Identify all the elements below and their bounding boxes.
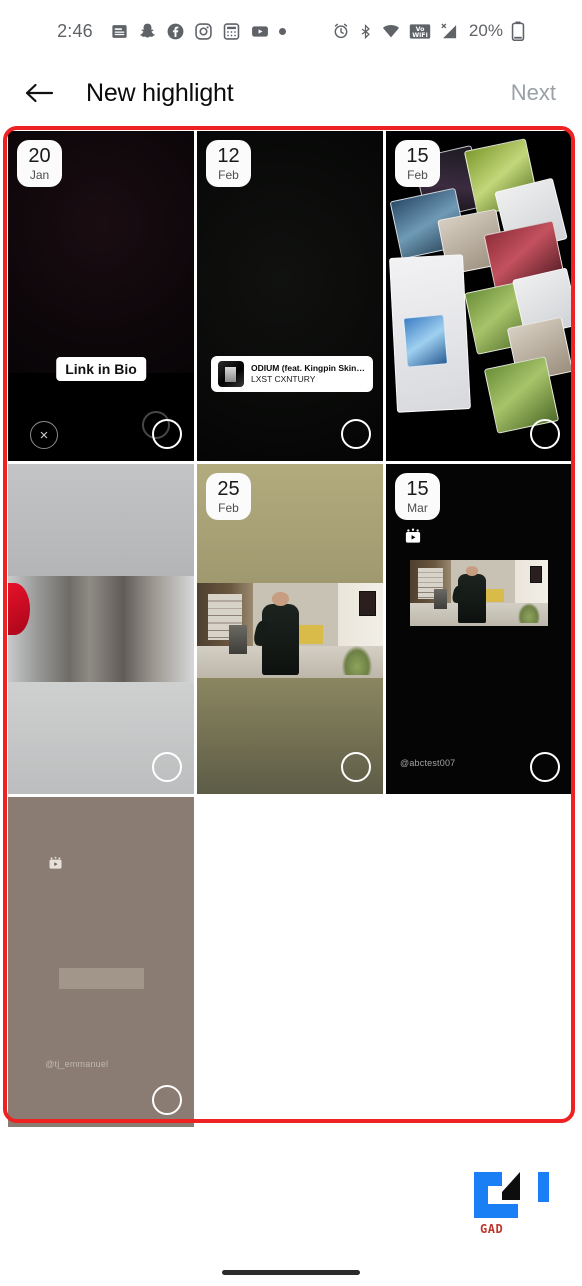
story-date-badge: 15 Mar (395, 473, 440, 520)
more-dot-icon (278, 27, 286, 35)
story-select-checkbox[interactable] (152, 1085, 182, 1115)
story-date-month: Feb (218, 501, 239, 515)
status-bar-right: Vo WiFi 20% (332, 21, 525, 41)
story-card[interactable]: 20 Jan Link in Bio × (8, 131, 194, 461)
status-bar: 2:46 Vo WiFi 20% (0, 0, 582, 62)
story-select-checkbox[interactable] (530, 752, 560, 782)
watermark-logo: GAD (466, 1166, 564, 1238)
svg-text:WiFi: WiFi (412, 32, 428, 39)
next-button[interactable]: Next (511, 80, 560, 106)
grid-empty-slot (386, 797, 572, 1127)
story-date-day: 12 (217, 145, 240, 167)
no-sim-signal-icon (439, 22, 459, 41)
music-title: ODIUM (feat. Kingpin Skinny Pimp) (251, 362, 366, 373)
remove-story-button[interactable]: × (30, 421, 58, 449)
story-date-badge: 12 Feb (206, 140, 251, 187)
story-card[interactable]: @tj_emmanuel (8, 797, 194, 1127)
music-meta: ODIUM (feat. Kingpin Skinny Pimp) LXST C… (251, 363, 366, 385)
story-thumbnail (8, 464, 194, 794)
story-video-frame (410, 559, 548, 626)
app-bar: New highlight Next (0, 62, 582, 124)
page-title: New highlight (86, 78, 234, 107)
story-date-day: 20 (28, 145, 51, 167)
story-username: @abctest007 (400, 758, 456, 768)
instagram-icon (194, 22, 213, 41)
calculator-icon (222, 22, 241, 41)
battery-percent-label: 20% (468, 21, 503, 40)
story-card[interactable]: 15 Mar @abctest007 (386, 464, 572, 794)
music-sticker[interactable]: ODIUM (feat. Kingpin Skinny Pimp) LXST C… (211, 356, 373, 392)
alarm-icon (332, 22, 350, 40)
story-video-frame (43, 847, 155, 1081)
music-artist: LXST CXNTURY (251, 373, 316, 384)
story-date-day: 15 (406, 478, 429, 500)
story-date-badge: 25 Feb (206, 473, 251, 520)
story-date-day: 25 (217, 478, 240, 500)
story-date-month: Mar (407, 501, 428, 515)
story-select-checkbox[interactable] (530, 419, 560, 449)
story-video-frame (197, 582, 383, 679)
story-card[interactable]: 25 Feb (197, 464, 383, 794)
link-in-bio-sticker[interactable]: Link in Bio (56, 357, 146, 381)
facebook-icon (166, 22, 185, 41)
phone-screen: 2:46 Vo WiFi 20% New highlight Next 20 J… (0, 0, 582, 1286)
story-card[interactable]: 12 Feb ODIUM (feat. Kingpin Skinny Pimp)… (197, 131, 383, 461)
story-select-checkbox[interactable] (341, 752, 371, 782)
snapchat-icon (138, 22, 157, 41)
battery-icon (511, 21, 525, 41)
story-date-month: Feb (407, 168, 428, 182)
story-date-day: 15 (406, 145, 429, 167)
watermark-text: GAD (480, 1222, 504, 1236)
grid-empty-slot (197, 797, 383, 1127)
status-bar-left: 2:46 (57, 21, 286, 42)
story-select-checkbox[interactable] (341, 419, 371, 449)
wifi-icon (381, 22, 401, 41)
youtube-icon (250, 22, 270, 41)
story-username: @tj_emmanuel (45, 1059, 109, 1069)
story-select-checkbox[interactable] (152, 419, 182, 449)
story-thumbnail (8, 797, 194, 1127)
back-button[interactable] (22, 76, 56, 110)
story-card[interactable] (8, 464, 194, 794)
reel-icon (404, 528, 422, 544)
story-select-checkbox[interactable] (152, 752, 182, 782)
story-grid: 20 Jan Link in Bio × 12 Feb ODIUM (feat.… (8, 131, 572, 1127)
story-date-badge: 15 Feb (395, 140, 440, 187)
status-bar-clock: 2:46 (57, 20, 93, 41)
bluetooth-icon (358, 22, 373, 41)
system-nav-bar (0, 1240, 582, 1286)
story-card[interactable]: 15 Feb (386, 131, 572, 461)
gesture-home-pill[interactable] (222, 1269, 360, 1275)
story-date-badge: 20 Jan (17, 140, 62, 187)
news-icon (110, 22, 129, 41)
reel-icon (48, 856, 66, 872)
album-art-icon (218, 361, 244, 387)
collage-tile (402, 314, 448, 367)
volte-wifi-icon: Vo WiFi (409, 22, 431, 41)
story-date-month: Jan (29, 168, 50, 182)
story-date-month: Feb (218, 168, 239, 182)
